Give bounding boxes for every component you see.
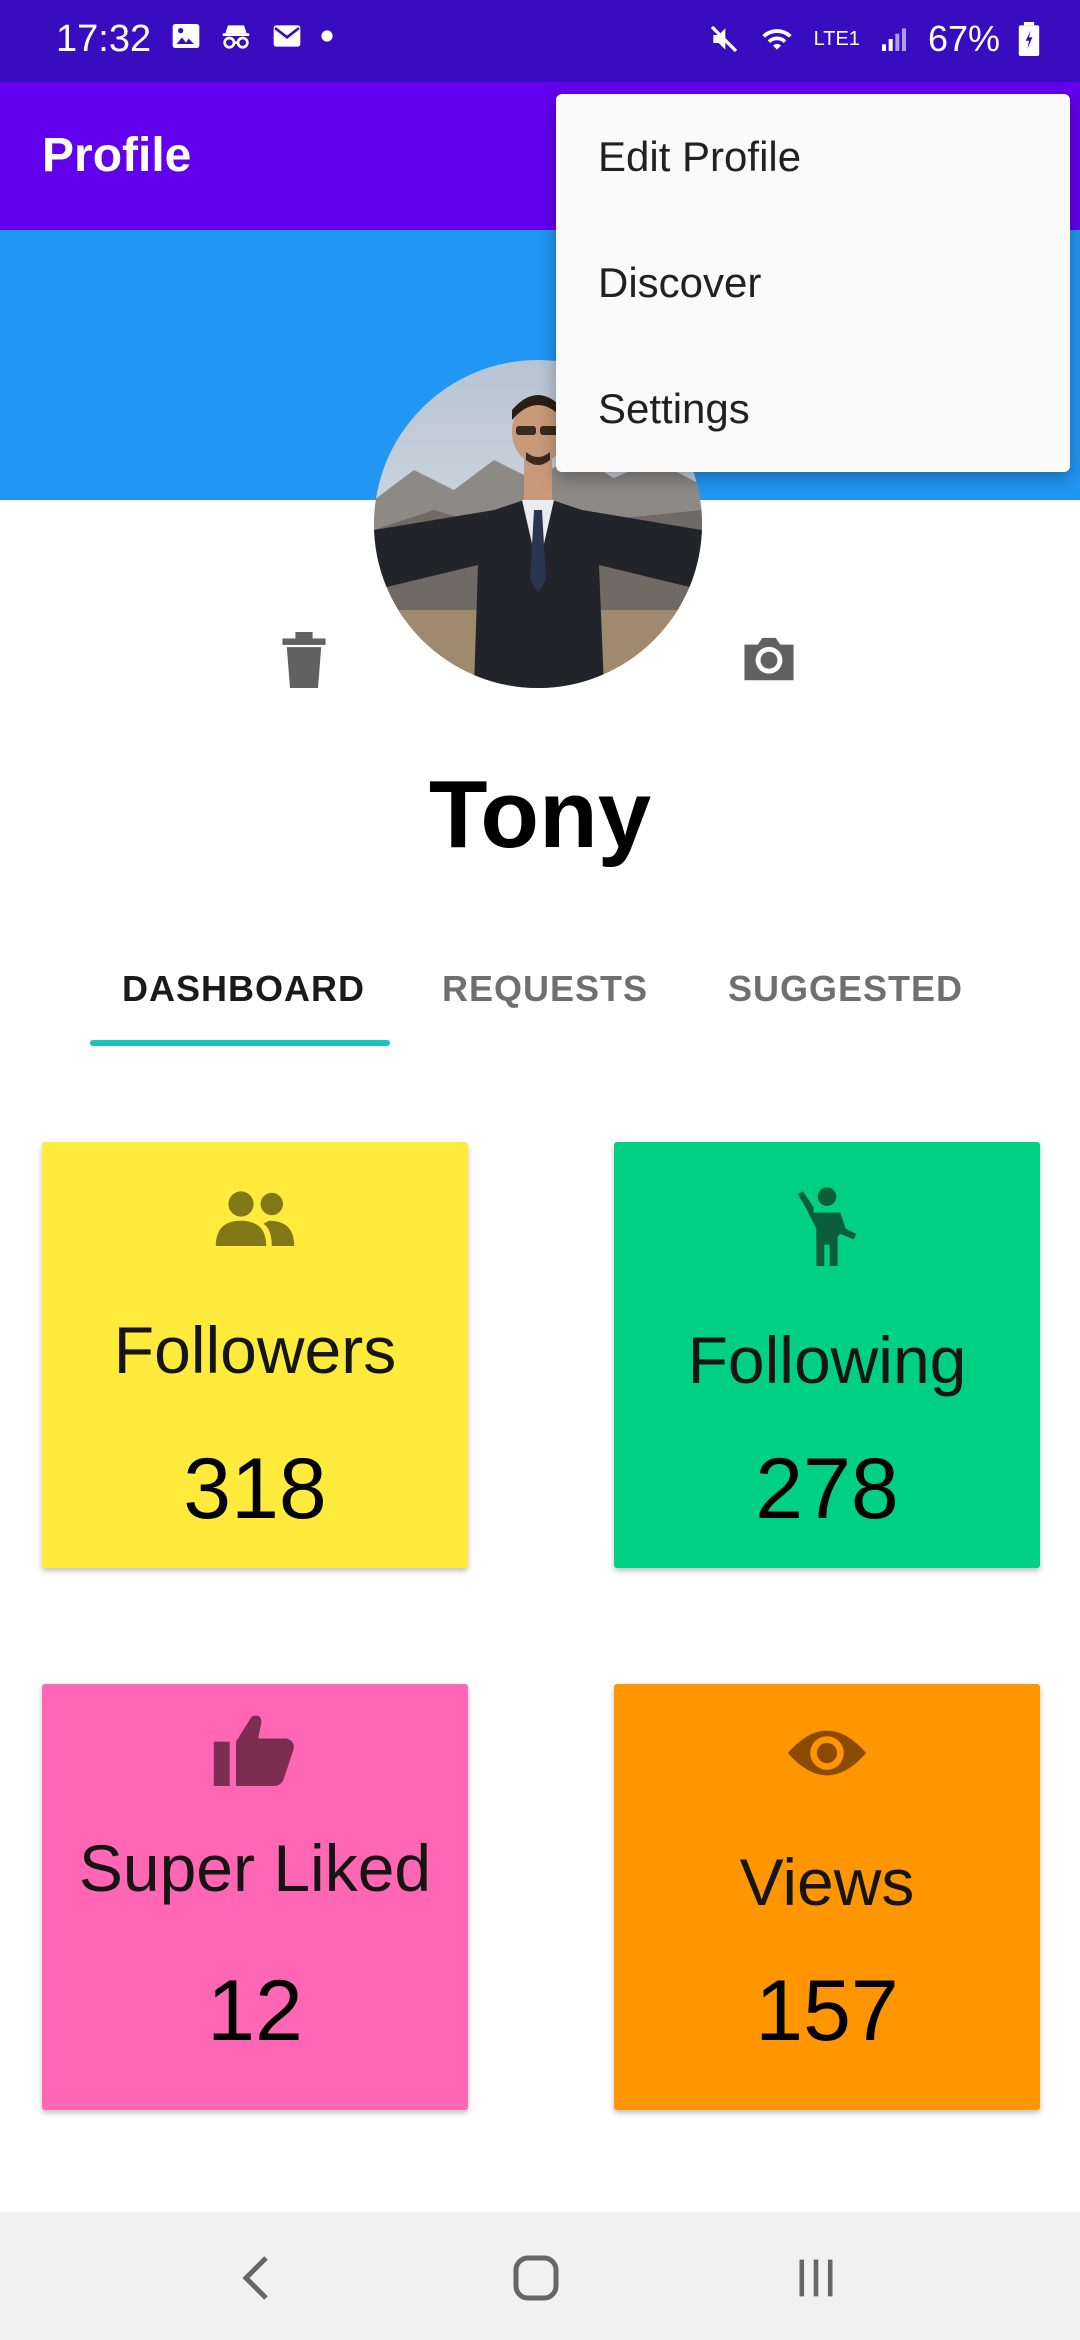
person-waving-icon <box>797 1187 857 1266</box>
home-button[interactable] <box>496 2248 576 2308</box>
followers-count: 318 <box>183 1441 327 1537</box>
status-time: 17:32 <box>56 18 152 60</box>
views-label: Views <box>739 1845 915 1919</box>
app-title: Profile <box>42 129 192 182</box>
image-icon <box>172 24 200 48</box>
status-bar: 17:32 LTE1 67% <box>0 0 1080 82</box>
thumbs-up-icon <box>213 1715 294 1786</box>
battery-icon <box>1018 22 1040 56</box>
camera-icon <box>744 637 794 681</box>
back-icon <box>242 2256 268 2300</box>
eye-icon <box>787 1730 867 1776</box>
delete-photo-button[interactable] <box>278 632 330 688</box>
back-button[interactable] <box>216 2248 296 2308</box>
views-card[interactable]: Views 157 <box>614 1684 1040 2110</box>
menu-item-discover[interactable]: Discover <box>556 220 1070 346</box>
tab-indicator <box>90 1040 390 1046</box>
mute-icon <box>710 25 737 53</box>
people-icon <box>215 1191 295 1246</box>
following-card[interactable]: Following 278 <box>614 1142 1040 1568</box>
dot-icon <box>321 30 333 42</box>
system-nav-bar <box>0 2212 1080 2340</box>
views-count: 157 <box>755 1963 899 2059</box>
change-photo-button[interactable] <box>740 630 798 686</box>
battery-percentage: 67% <box>927 18 1000 59</box>
following-label: Following <box>687 1323 967 1397</box>
trash-icon <box>282 632 326 688</box>
network-type: LTE1 <box>813 27 860 50</box>
tab-bar: DASHBOARD REQUESTS SUGGESTED <box>60 950 1020 1050</box>
super-liked-card[interactable]: Super Liked 12 <box>42 1684 468 2110</box>
notification-icons <box>170 20 334 52</box>
menu-item-edit-profile[interactable]: Edit Profile <box>556 94 1070 220</box>
incognito-icon <box>222 25 250 49</box>
wifi-icon <box>761 29 792 50</box>
signal-icon <box>881 28 906 51</box>
status-right: LTE1 67% <box>708 18 1040 60</box>
mail-icon <box>273 25 301 47</box>
recents-icon <box>799 2259 833 2297</box>
tab-suggested[interactable]: SUGGESTED <box>728 968 963 1010</box>
overflow-menu: Edit Profile Discover Settings <box>556 94 1070 472</box>
followers-label: Followers <box>113 1313 397 1387</box>
menu-item-settings[interactable]: Settings <box>556 346 1070 472</box>
tab-requests[interactable]: REQUESTS <box>442 968 648 1010</box>
tab-dashboard[interactable]: DASHBOARD <box>122 968 365 1010</box>
profile-name: Tony <box>428 761 652 868</box>
super-liked-count: 12 <box>207 1963 303 2059</box>
following-count: 278 <box>755 1441 899 1537</box>
followers-card[interactable]: Followers 318 <box>42 1142 468 1568</box>
super-liked-label: Super Liked <box>78 1831 432 1905</box>
recents-button[interactable] <box>776 2248 856 2308</box>
home-icon <box>513 2255 559 2301</box>
